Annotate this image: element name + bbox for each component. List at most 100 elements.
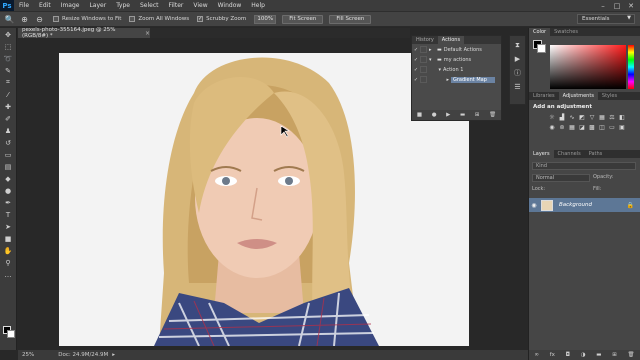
check-icon[interactable]: ✓	[412, 67, 420, 73]
blend-mode-select[interactable]: Normal	[532, 174, 590, 182]
action-set-my-actions[interactable]: ✓ ▾ ▬ my actions	[412, 55, 501, 64]
pen-tool-icon[interactable]: ✒	[1, 197, 15, 208]
new-group-icon[interactable]: ▬	[596, 352, 601, 358]
menu-filter[interactable]: Filter	[164, 2, 189, 9]
move-tool-icon[interactable]: ✥	[1, 29, 15, 40]
image-canvas[interactable]	[59, 53, 469, 346]
dialog-toggle[interactable]	[420, 56, 427, 63]
close-icon[interactable]: ✕	[625, 0, 637, 11]
threshold-icon[interactable]: ◫	[597, 122, 607, 132]
check-icon[interactable]: ✓	[412, 77, 420, 83]
gradient-tool-icon[interactable]: ▤	[1, 161, 15, 172]
brightness-contrast-icon[interactable]: ☼	[547, 112, 557, 122]
stop-icon[interactable]: ■	[417, 112, 422, 118]
tab-actions[interactable]: Actions	[437, 36, 465, 44]
tab-paths[interactable]: Paths	[585, 150, 607, 158]
dialog-toggle[interactable]	[420, 76, 427, 83]
curves-icon[interactable]: ∿	[567, 112, 577, 122]
fit-screen-button[interactable]: Fit Screen	[282, 14, 324, 24]
opacity-label[interactable]: Opacity:	[593, 174, 614, 180]
tab-layers[interactable]: Layers	[529, 150, 554, 158]
zoom-all-windows-checkbox[interactable]: Zoom All Windows	[129, 16, 189, 22]
tab-color[interactable]: Color	[529, 28, 551, 36]
clone-stamp-tool-icon[interactable]: ♟	[1, 125, 15, 136]
layer-row-background[interactable]: ◉ Background 🔒	[529, 198, 640, 212]
status-menu-arrow-icon[interactable]: ▸	[112, 352, 115, 358]
play-icon[interactable]: ▶	[446, 112, 450, 118]
scrubby-zoom-checkbox[interactable]: ✓ Scrubby Zoom	[197, 16, 246, 22]
dialog-toggle[interactable]	[420, 46, 427, 53]
menu-select[interactable]: Select	[135, 2, 164, 9]
menu-edit[interactable]: Edit	[34, 2, 56, 9]
black-white-icon[interactable]: ◧	[617, 112, 627, 122]
color-picker-field[interactable]	[550, 45, 626, 89]
maximize-icon[interactable]: □	[611, 0, 623, 11]
history-panel-icon[interactable]: ⧗	[512, 40, 524, 50]
properties-panel-icon[interactable]: ☰	[512, 82, 524, 92]
adjustment-layer-icon[interactable]: ◑	[581, 352, 586, 358]
new-action-icon[interactable]: ⊞	[475, 112, 480, 118]
hue-slider[interactable]	[628, 45, 634, 89]
actions-panel-icon[interactable]: ▶	[512, 54, 524, 64]
dialog-toggle[interactable]	[420, 66, 427, 73]
eyedropper-tool-icon[interactable]: ⁄	[1, 89, 15, 100]
link-layers-icon[interactable]: ∞	[534, 352, 539, 358]
shape-tool-icon[interactable]: ■	[1, 233, 15, 244]
tab-styles[interactable]: Styles	[598, 92, 621, 100]
resize-windows-checkbox[interactable]: Resize Windows to Fit	[53, 16, 121, 22]
new-set-icon[interactable]: ▬	[460, 112, 465, 118]
action-step[interactable]: ✓ ▸ Gradient Map	[412, 75, 501, 84]
action-set-default[interactable]: ✓ ▸ ▬ Default Actions	[412, 45, 501, 54]
visibility-eye-icon[interactable]: ◉	[529, 202, 539, 209]
dodge-tool-icon[interactable]: ●	[1, 185, 15, 196]
type-tool-icon[interactable]: T	[1, 209, 15, 220]
tab-swatches[interactable]: Swatches	[550, 28, 582, 36]
record-icon[interactable]: ●	[432, 112, 437, 118]
menu-type[interactable]: Type	[111, 2, 135, 9]
invert-icon[interactable]: ◪	[577, 122, 587, 132]
crop-tool-icon[interactable]: ⌗	[1, 77, 15, 88]
brush-tool-icon[interactable]: ✐	[1, 113, 15, 124]
photo-filter-icon[interactable]: ◉	[547, 122, 557, 132]
selective-color-icon[interactable]: ▣	[617, 122, 627, 132]
menu-image[interactable]: Image	[56, 2, 85, 9]
fill-screen-button[interactable]: Fill Screen	[329, 14, 372, 24]
expand-arrow-icon[interactable]: ▸	[429, 77, 451, 83]
check-icon[interactable]: ✓	[412, 47, 420, 53]
expand-arrow-icon[interactable]: ▾	[429, 57, 437, 63]
levels-icon[interactable]: ▟	[557, 112, 567, 122]
marquee-tool-icon[interactable]: ⬚	[1, 41, 15, 52]
minimize-icon[interactable]: –	[597, 0, 609, 11]
menu-window[interactable]: Window	[213, 2, 247, 9]
zoom-level[interactable]: 25%	[22, 352, 34, 358]
color-balance-icon[interactable]: ⚖	[607, 112, 617, 122]
new-layer-icon[interactable]: ⊞	[612, 352, 617, 358]
lasso-tool-icon[interactable]: ➰	[1, 53, 15, 64]
zoom-out-icon[interactable]: ⊖	[34, 14, 45, 25]
tab-channels[interactable]: Channels	[554, 150, 585, 158]
healing-brush-tool-icon[interactable]: ✚	[1, 101, 15, 112]
action-item[interactable]: ✓ ▾ Action 1	[412, 65, 501, 74]
tab-libraries[interactable]: Libraries	[529, 92, 559, 100]
background-color-swatch[interactable]	[537, 44, 546, 53]
hand-tool-icon[interactable]: ✋	[1, 245, 15, 256]
trash-icon[interactable]: 🗑	[628, 352, 635, 358]
eraser-tool-icon[interactable]: ▭	[1, 149, 15, 160]
check-icon[interactable]: ✓	[412, 57, 420, 63]
menu-layer[interactable]: Layer	[84, 2, 111, 9]
color-swatches[interactable]	[3, 326, 15, 338]
blur-tool-icon[interactable]: ◆	[1, 173, 15, 184]
menu-help[interactable]: Help	[246, 2, 270, 9]
layer-style-icon[interactable]: fx	[550, 352, 555, 358]
menu-view[interactable]: View	[188, 2, 212, 9]
zoom-tool-icon[interactable]: 🔍	[4, 14, 15, 25]
vibrance-icon[interactable]: ▽	[587, 112, 597, 122]
fill-label[interactable]: Fill:	[593, 186, 601, 192]
tab-history[interactable]: History	[412, 36, 438, 44]
workspace-select[interactable]: Essentials ▼	[577, 14, 635, 24]
tab-adjustments[interactable]: Adjustments	[558, 92, 598, 100]
history-brush-tool-icon[interactable]: ↺	[1, 137, 15, 148]
zoom-value-field[interactable]: 100%	[254, 14, 277, 24]
close-tab-icon[interactable]: ×	[145, 30, 150, 37]
expand-arrow-icon[interactable]: ▸	[429, 47, 437, 53]
